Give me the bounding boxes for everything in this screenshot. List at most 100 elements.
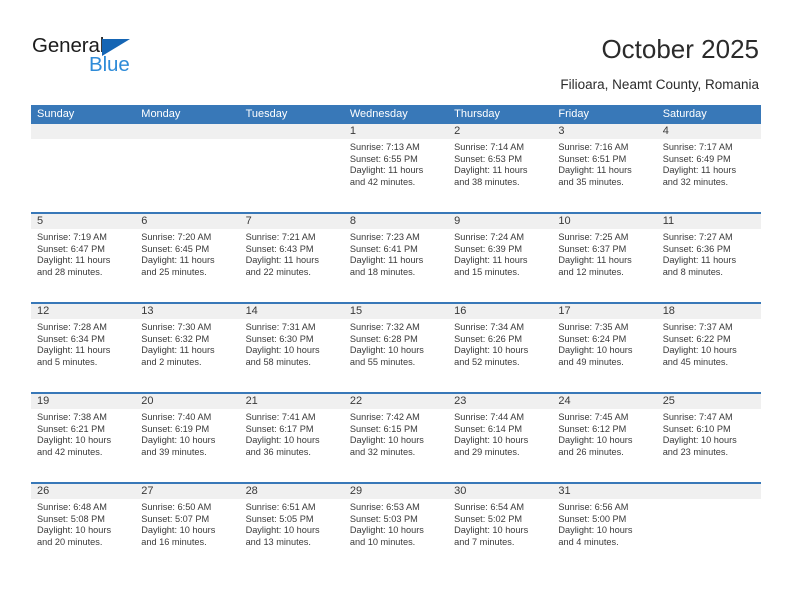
day-cell[interactable]: 3 Sunrise: 7:16 AM Sunset: 6:51 PM Daylight…	[552, 124, 657, 212]
day-cell[interactable]: 18 Sunrise: 7:37 AM Sunset: 6:22 PM Dayligh…	[656, 304, 761, 392]
day-cell[interactable]: 15 Sunrise: 7:32 AM Sunset: 6:28 PM Dayligh…	[343, 304, 449, 392]
day-cell[interactable]: 4 Sunrise: 7:17 AM Sunset: 6:49 PM Daylight…	[656, 124, 761, 212]
day-cell[interactable]: 8 Sunrise: 7:23 AM Sunset: 6:41 PM Daylight…	[343, 214, 449, 302]
day-cell[interactable]: 24 Sunrise: 7:45 AM Sunset: 6:12 PM Dayligh…	[552, 394, 657, 482]
day-info-sunrise: Sunrise: 7:27 AM	[662, 232, 733, 242]
day-cell[interactable]: 5 Sunrise: 7:19 AM Sunset: 6:47 PM Daylight…	[31, 214, 136, 302]
day-info-daylight-line2: and 45 minutes.	[662, 357, 729, 368]
day-info: Sunrise: 7:13 AM Sunset: 6:55 PM Daylight:…	[344, 139, 448, 189]
day-info-sunrise: Sunrise: 6:53 AM	[349, 502, 420, 512]
calendar-table: Sunday Monday Tuesday Wednesday Thursday Frid…	[31, 105, 761, 572]
day-cell[interactable]: 2 Sunrise: 7:14 AM Sunset: 6:53 PM Daylight…	[448, 124, 553, 212]
day-info: Sunrise: 7:23 AM Sunset: 6:41 PM Daylight:…	[344, 229, 448, 279]
day-info-sunset: Sunset: 6:45 PM	[141, 243, 210, 254]
day-cell[interactable]: 21 Sunrise: 7:41 AM Sunset: 6:17 PM Dayligh…	[239, 394, 344, 482]
day-info: Sunrise: 7:30 AM Sunset: 6:32 PM Daylight:…	[135, 319, 239, 369]
day-info: Sunrise: 7:21 AM Sunset: 6:43 PM Daylight:…	[240, 229, 344, 279]
day-info-sunset: Sunset: 5:05 PM	[245, 513, 314, 524]
week-row: 5 Sunrise: 7:19 AM Sunset: 6:47 PM Daylight…	[31, 212, 761, 302]
brand-logo[interactable]: General Blue	[32, 35, 192, 86]
day-cell[interactable]: 23 Sunrise: 7:44 AM Sunset: 6:14 PM Dayligh…	[448, 394, 553, 482]
day-cell[interactable]: 6 Sunrise: 7:20 AM Sunset: 6:45 PM Daylight…	[135, 214, 240, 302]
day-info: Sunrise: 7:27 AM Sunset: 6:36 PM Daylight:…	[657, 229, 761, 279]
day-info-daylight-line2: and 55 minutes.	[349, 357, 416, 368]
day-info-sunrise: Sunrise: 6:51 AM	[245, 502, 316, 512]
day-info-daylight-line2: and 36 minutes.	[245, 447, 311, 458]
day-info-sunrise: Sunrise: 7:30 AM	[141, 322, 212, 332]
week-cells: 5 Sunrise: 7:19 AM Sunset: 6:47 PM Daylight…	[31, 214, 761, 302]
day-info-sunrise: Sunrise: 7:45 AM	[558, 412, 629, 422]
day-number: 10	[558, 215, 571, 227]
day-info-sunset: Sunset: 6:51 PM	[558, 153, 627, 164]
day-cell[interactable]: 17 Sunrise: 7:35 AM Sunset: 6:24 PM Dayligh…	[552, 304, 657, 392]
day-info-sunset: Sunset: 6:21 PM	[37, 423, 105, 434]
week-cells: 19 Sunrise: 7:38 AM Sunset: 6:21 PM Dayligh…	[31, 394, 761, 482]
day-cell[interactable]: 1 Sunrise: 7:13 AM Sunset: 6:55 PM Daylight…	[343, 124, 449, 212]
logo-text-blue: Blue	[89, 53, 130, 76]
day-cell[interactable]: 30 Sunrise: 6:54 AM Sunset: 5:02 PM Dayligh…	[448, 484, 553, 572]
day-info-daylight-line1: Daylight: 11 hours	[662, 255, 737, 266]
day-info-daylight-line2: and 12 minutes.	[558, 267, 624, 278]
day-info: Sunrise: 7:20 AM Sunset: 6:45 PM Daylight:…	[135, 229, 239, 279]
day-info-daylight-line1: Daylight: 11 hours	[245, 255, 319, 266]
day-info-sunrise: Sunrise: 7:38 AM	[37, 412, 107, 422]
day-number: 26	[37, 485, 50, 497]
day-number: 23	[454, 395, 467, 407]
day-cell[interactable]: 11 Sunrise: 7:27 AM Sunset: 6:36 PM Dayligh…	[656, 214, 761, 302]
day-info-sunset: Sunset: 6:53 PM	[454, 153, 523, 164]
day-cell[interactable]: 9 Sunrise: 7:24 AM Sunset: 6:39 PM Daylight…	[448, 214, 553, 302]
day-number: 20	[141, 395, 154, 407]
day-info-sunset: Sunset: 6:19 PM	[141, 423, 210, 434]
day-info: Sunrise: 7:38 AM Sunset: 6:21 PM Daylight:…	[31, 409, 135, 459]
day-cell[interactable]: 28 Sunrise: 6:51 AM Sunset: 5:05 PM Dayligh…	[239, 484, 344, 572]
day-info-sunset: Sunset: 6:32 PM	[141, 333, 210, 344]
day-info-daylight-line2: and 32 minutes.	[662, 177, 729, 188]
day-cell[interactable]: 7 Sunrise: 7:21 AM Sunset: 6:43 PM Daylight…	[239, 214, 344, 302]
day-info-daylight-line1: Daylight: 11 hours	[454, 255, 528, 266]
day-cell[interactable]: 16 Sunrise: 7:34 AM Sunset: 6:26 PM Dayligh…	[448, 304, 553, 392]
day-info-sunset: Sunset: 6:47 PM	[37, 243, 105, 254]
day-info-sunset: Sunset: 5:00 PM	[558, 513, 627, 524]
day-info-daylight-line2: and 52 minutes.	[454, 357, 520, 368]
day-number-band	[31, 214, 136, 229]
day-number-band	[343, 124, 449, 139]
day-info: Sunrise: 7:45 AM Sunset: 6:12 PM Daylight:…	[552, 409, 656, 459]
day-info-sunset: Sunset: 6:26 PM	[454, 333, 523, 344]
day-info-sunset: Sunset: 6:17 PM	[245, 423, 314, 434]
day-cell[interactable]: 10 Sunrise: 7:25 AM Sunset: 6:37 PM Dayligh…	[552, 214, 657, 302]
day-info-daylight-line2: and 22 minutes.	[245, 267, 311, 278]
day-info-daylight-line2: and 13 minutes.	[245, 537, 311, 548]
day-cell[interactable]: 13 Sunrise: 7:30 AM Sunset: 6:32 PM Dayligh…	[135, 304, 240, 392]
day-info-sunrise: Sunrise: 6:48 AM	[37, 502, 107, 512]
day-info: Sunrise: 7:35 AM Sunset: 6:24 PM Daylight:…	[552, 319, 656, 369]
day-number-band	[135, 214, 240, 229]
day-info: Sunrise: 6:53 AM Sunset: 5:03 PM Daylight:…	[344, 499, 448, 549]
day-info-sunset: Sunset: 6:12 PM	[558, 423, 627, 434]
day-cell[interactable]: 22 Sunrise: 7:42 AM Sunset: 6:15 PM Dayligh…	[343, 394, 449, 482]
day-cell[interactable]: 31 Sunrise: 6:56 AM Sunset: 5:00 PM Dayligh…	[552, 484, 657, 572]
day-cell[interactable]: 19 Sunrise: 7:38 AM Sunset: 6:21 PM Dayligh…	[31, 394, 136, 482]
day-cell[interactable]: 14 Sunrise: 7:31 AM Sunset: 6:30 PM Dayligh…	[239, 304, 344, 392]
day-cell[interactable]: 26 Sunrise: 6:48 AM Sunset: 5:08 PM Dayligh…	[31, 484, 136, 572]
day-info-daylight-line1: Daylight: 11 hours	[37, 255, 111, 266]
day-info-daylight-line1: Daylight: 10 hours	[454, 435, 529, 446]
day-cell[interactable]: 20 Sunrise: 7:40 AM Sunset: 6:19 PM Dayligh…	[135, 394, 240, 482]
day-info-sunset: Sunset: 6:55 PM	[349, 153, 418, 164]
day-cell[interactable]: 12 Sunrise: 7:28 AM Sunset: 6:34 PM Dayligh…	[31, 304, 136, 392]
day-info-sunset: Sunset: 6:30 PM	[245, 333, 314, 344]
day-info: Sunrise: 7:19 AM Sunset: 6:47 PM Daylight:…	[31, 229, 135, 279]
day-cell[interactable]: 29 Sunrise: 6:53 AM Sunset: 5:03 PM Dayligh…	[343, 484, 449, 572]
day-info-sunset: Sunset: 6:15 PM	[349, 423, 418, 434]
day-cell[interactable]: 25 Sunrise: 7:47 AM Sunset: 6:10 PM Dayligh…	[656, 394, 761, 482]
day-info: Sunrise: 7:14 AM Sunset: 6:53 PM Daylight:…	[448, 139, 552, 189]
day-number: 4	[662, 125, 669, 137]
day-info: Sunrise: 7:28 AM Sunset: 6:34 PM Daylight:…	[31, 319, 135, 369]
day-number-band	[552, 124, 657, 139]
calendar-page: General Blue October 2025 Filioara, Neam…	[0, 0, 792, 612]
day-info-daylight-line2: and 58 minutes.	[245, 357, 311, 368]
day-info-sunrise: Sunrise: 7:44 AM	[454, 412, 525, 422]
day-info-sunset: Sunset: 6:41 PM	[349, 243, 418, 254]
day-cell[interactable]: 27 Sunrise: 6:50 AM Sunset: 5:07 PM Dayligh…	[135, 484, 240, 572]
day-info-sunrise: Sunrise: 6:50 AM	[141, 502, 212, 512]
day-number: 28	[245, 485, 258, 497]
